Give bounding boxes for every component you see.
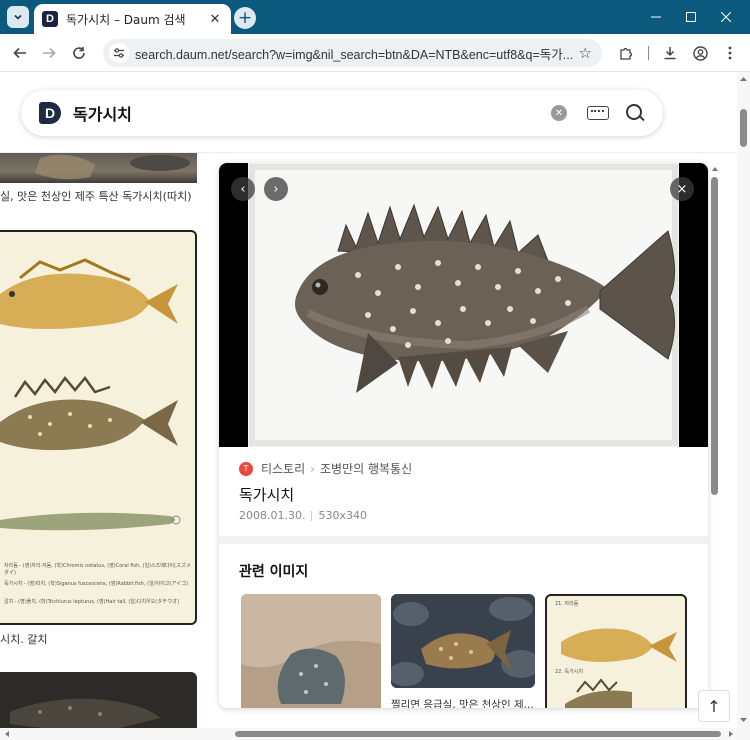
toolbar-divider <box>648 46 649 60</box>
blog-name[interactable]: 조병만의 행복통신 <box>320 460 412 477</box>
download-icon <box>664 47 676 60</box>
image-detail-panel: ‹ › × T 티스토리 › 조병만의 행복통신 독가시치 2008.01.30… <box>219 163 708 708</box>
forward-button[interactable] <box>37 41 61 65</box>
related-image-caption[interactable]: 찔리면 응급실, 맛은 천상인 제... <box>391 697 534 708</box>
close-window-button[interactable] <box>706 6 746 28</box>
url-text: search.daum.net/search?w=img&nil_search=… <box>135 47 574 62</box>
detail-title[interactable]: 독가시치 <box>239 484 294 505</box>
detail-dimensions: 530x340 <box>318 509 367 522</box>
new-tab-button[interactable]: + <box>234 7 256 29</box>
downloads-button[interactable] <box>660 43 680 63</box>
detail-scrollbar[interactable] <box>710 163 720 708</box>
page-scrollbar[interactable] <box>737 72 750 728</box>
scroll-up-arrow-icon <box>712 167 718 171</box>
horizontal-scrollbar[interactable] <box>0 728 750 740</box>
close-detail-button[interactable]: × <box>670 177 694 201</box>
arrow-right-icon <box>43 47 56 59</box>
chevron-left-icon: ‹ <box>240 181 246 197</box>
horizontal-scrollbar-thumb[interactable] <box>235 731 721 737</box>
card-text: 갈치 - (영)풀치, (학)Trichiurus lepturus, (영)H… <box>4 599 180 605</box>
section-divider <box>219 536 708 544</box>
detail-image-canvas <box>248 163 679 447</box>
result-thumbnail[interactable] <box>0 672 197 728</box>
fish-on-rock-image <box>241 594 381 708</box>
related-image[interactable] <box>391 594 535 688</box>
arrow-left-icon <box>13 47 26 59</box>
detail-image[interactable]: ‹ › × <box>219 163 708 447</box>
source-row[interactable]: T 티스토리 › 조병만의 행복통신 <box>239 460 412 477</box>
reload-button[interactable] <box>67 41 91 65</box>
page-scrollbar-thumb[interactable] <box>740 109 747 147</box>
chevron-right-icon: › <box>273 181 279 197</box>
minimize-icon <box>651 16 661 18</box>
back-to-top-button[interactable]: ↑ <box>698 690 730 722</box>
fish-on-stones-image <box>391 594 535 688</box>
plus-icon: + <box>237 7 253 28</box>
card-text: 독가시치 - (영)따치, (학)Siganus fuscescens, (영)… <box>4 581 189 587</box>
profile-button[interactable] <box>690 43 710 63</box>
tab-search-button[interactable] <box>7 6 29 28</box>
search-icon[interactable] <box>625 103 645 123</box>
site-info-button[interactable] <box>109 43 129 63</box>
source-separator: › <box>310 461 315 476</box>
kebab-icon <box>728 46 732 60</box>
related-images-title: 관련 이미지 <box>239 564 309 580</box>
browser-menu-button[interactable] <box>720 43 740 63</box>
tune-icon <box>114 48 124 58</box>
back-button[interactable] <box>8 41 32 65</box>
daum-logo[interactable]: D <box>39 102 61 124</box>
keyboard-icon[interactable] <box>587 106 609 120</box>
maximize-icon <box>686 12 696 22</box>
related-image[interactable] <box>241 594 381 708</box>
extensions-button[interactable] <box>615 43 635 63</box>
close-icon <box>721 12 731 22</box>
source-name[interactable]: 티스토리 <box>261 460 305 477</box>
next-image-button[interactable]: › <box>264 177 288 201</box>
fish-illustration-image <box>561 628 677 708</box>
result-thumbnail[interactable]: 자리돔 - (영)자리·자돔, (학)Chromis notatus, (영)C… <box>0 230 197 625</box>
browser-toolbar: search.daum.net/search?w=img&nil_search=… <box>0 34 750 72</box>
clear-search-icon[interactable]: ✕ <box>551 105 567 121</box>
profile-icon <box>692 45 708 61</box>
tistory-icon: T <box>239 461 253 476</box>
related-image-label: 21. 자리돔 <box>555 601 579 607</box>
daum-favicon-icon: D <box>42 11 58 27</box>
bookmark-star-icon[interactable]: ☆ <box>579 44 592 62</box>
prev-image-button[interactable]: ‹ <box>231 177 255 201</box>
detail-scrollbar-thumb[interactable] <box>711 177 718 495</box>
result-caption[interactable]: 시치. 갈치 <box>0 631 47 647</box>
scroll-right-arrow-icon <box>729 731 733 737</box>
related-image-label: 22. 독가시치 <box>555 669 583 675</box>
tab-strip: D 독가시치 – Daum 검색 ✕ + <box>0 0 750 34</box>
reload-icon <box>73 47 85 59</box>
scroll-left-arrow-icon <box>5 731 9 737</box>
puzzle-icon <box>619 47 632 60</box>
detail-meta: 2008.01.30. 530x340 <box>239 509 367 522</box>
search-input[interactable]: 독가시치 <box>73 101 551 125</box>
tab-close-icon[interactable]: ✕ <box>207 12 223 27</box>
fish-image <box>35 154 190 180</box>
browser-tab[interactable]: D 독가시치 – Daum 검색 ✕ <box>34 4 231 34</box>
related-image[interactable]: 21. 자리돔 22. 독가시치 <box>545 594 687 708</box>
maximize-button[interactable] <box>671 6 711 28</box>
detail-date: 2008.01.30. <box>239 509 306 522</box>
chevron-down-icon <box>14 14 22 20</box>
close-icon: × <box>676 181 688 197</box>
meta-separator <box>311 510 313 521</box>
arrow-up-icon: ↑ <box>707 696 721 716</box>
result-caption[interactable]: 실, 맛은 천상인 제주 특산 독가시치(따치) <box>0 188 191 204</box>
tab-title: 독가시치 – Daum 검색 <box>66 12 186 27</box>
scroll-down-arrow-icon <box>740 718 747 722</box>
fish-image <box>10 698 160 728</box>
address-bar[interactable]: search.daum.net/search?w=img&nil_search=… <box>103 39 602 67</box>
scroll-up-arrow-icon <box>740 77 747 81</box>
minimize-button[interactable] <box>636 6 676 28</box>
search-bar: D 독가시치 ✕ <box>21 90 663 136</box>
rabbitfish-image <box>249 164 678 446</box>
card-text: 자리돔 - (영)자리·자돔, (학)Chromis notatus, (영)C… <box>4 563 191 576</box>
result-thumbnail[interactable] <box>0 153 197 183</box>
